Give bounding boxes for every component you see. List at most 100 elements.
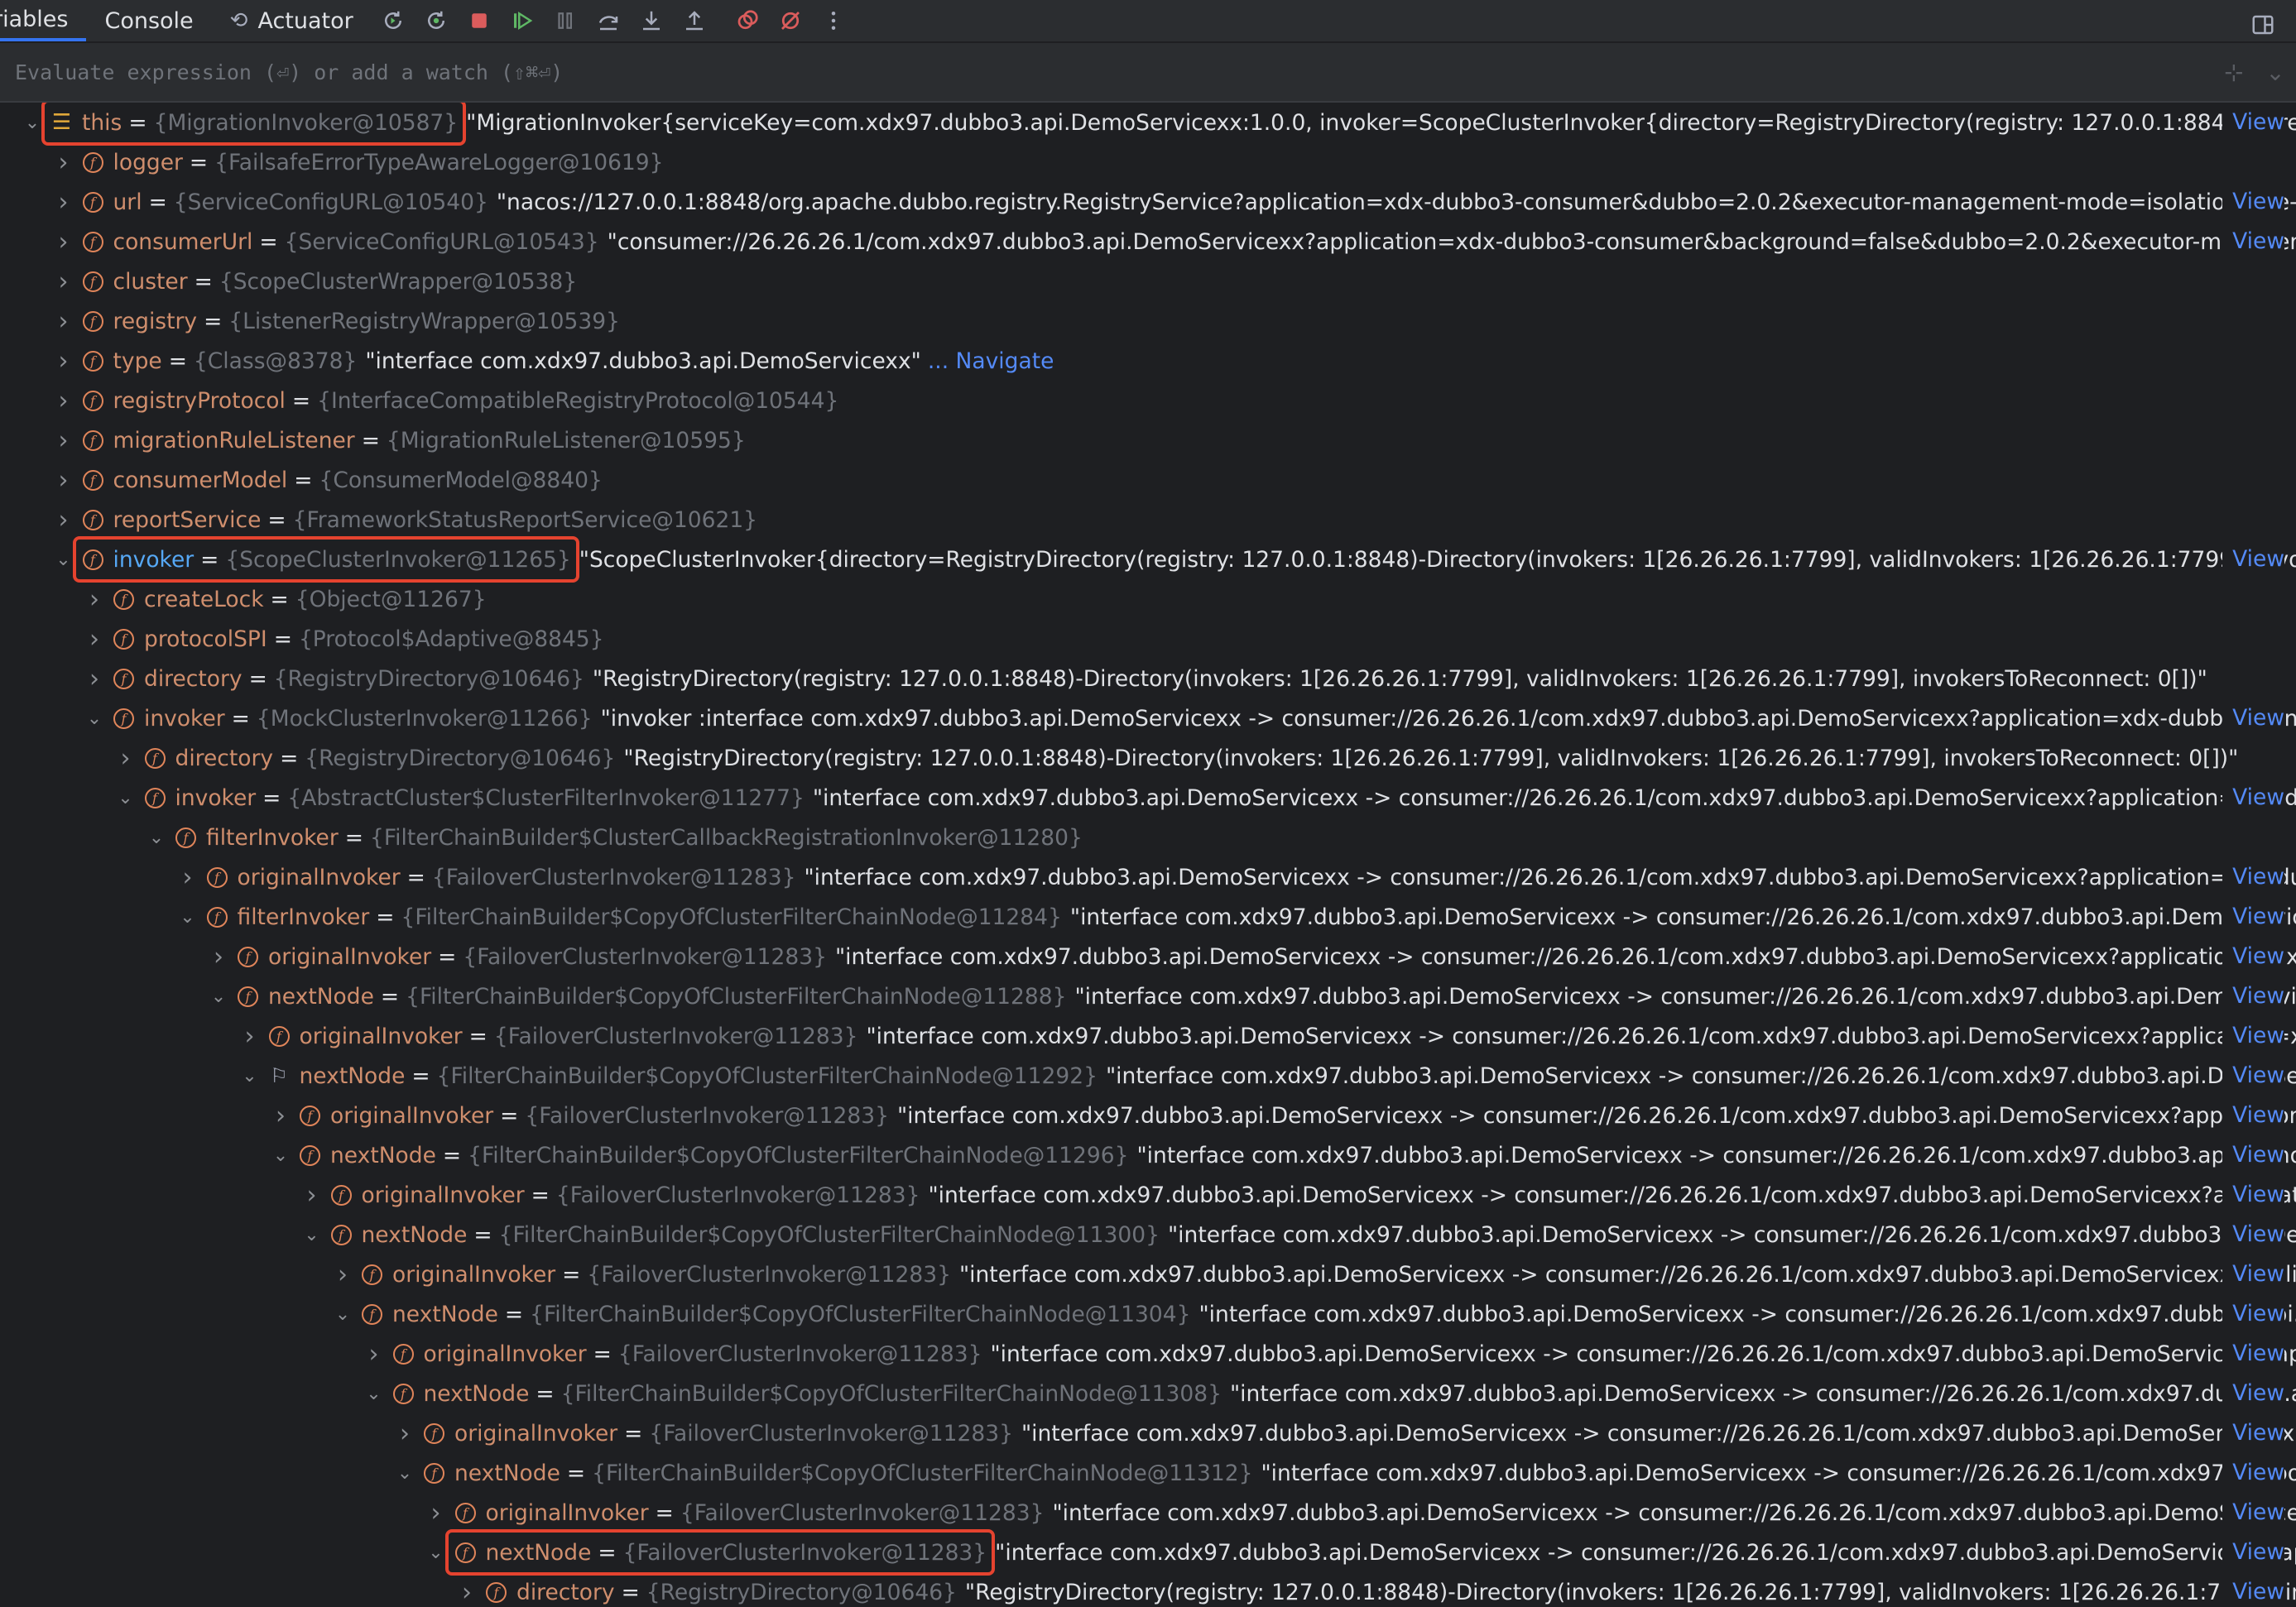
resume-icon[interactable] — [506, 4, 539, 37]
chevron-right-icon[interactable]: › — [454, 1572, 479, 1607]
chevron-right-icon[interactable]: › — [268, 1096, 293, 1135]
chevron-down-icon[interactable]: ⌄ — [175, 897, 200, 937]
tree-row[interactable]: › f createLock = {Object@11267} — [0, 579, 2296, 619]
view-link[interactable]: View — [2222, 103, 2284, 142]
view-link[interactable]: View — [2222, 1413, 2284, 1453]
tree-row[interactable]: › f cluster = {ScopeClusterWrapper@10538} — [0, 261, 2296, 301]
tree-row[interactable]: ⌄ f nextNode = {FilterChainBuilder$CopyOfClu… — [0, 1135, 2296, 1175]
step-over-icon[interactable] — [592, 4, 625, 37]
chevron-right-icon[interactable]: › — [82, 659, 107, 698]
chevron-right-icon[interactable]: › — [82, 579, 107, 619]
chevron-right-icon[interactable]: › — [424, 1493, 449, 1533]
chevron-right-icon[interactable]: › — [206, 937, 231, 976]
chevron-down-icon[interactable]: ⌄ — [51, 540, 76, 579]
chevron-right-icon[interactable]: › — [51, 301, 76, 341]
tree-row[interactable]: ⌄ f nextNode = {FilterChainBuilder$CopyOfClu… — [0, 976, 2296, 1016]
restart-icon[interactable] — [420, 4, 453, 37]
chevron-right-icon[interactable]: › — [51, 182, 76, 222]
view-link[interactable]: View — [2222, 1215, 2284, 1254]
view-link[interactable]: View — [2222, 540, 2284, 579]
evaluate-expression-input[interactable] — [0, 46, 2213, 98]
tree-row[interactable]: ⌄ f nextNode = {FilterChainBuilder$CopyOfClu… — [0, 1215, 2296, 1254]
tree-row[interactable]: › f originalInvoker = {FailoverClusterInvoke… — [0, 1493, 2296, 1533]
chevron-right-icon[interactable]: › — [51, 341, 76, 381]
tree-row[interactable]: › f originalInvoker = {FailoverClusterInvoke… — [0, 857, 2296, 897]
layout-icon[interactable] — [2246, 8, 2279, 41]
tree-row[interactable]: ⌄ f nextNode = {FailoverClusterInvoker@11283… — [0, 1533, 2296, 1572]
tree-row[interactable]: › f originalInvoker = {FailoverClusterInvoke… — [0, 937, 2296, 976]
chevron-right-icon[interactable]: › — [300, 1175, 324, 1215]
chevron-right-icon[interactable]: › — [51, 460, 76, 500]
chevron-down-icon[interactable]: ⌄ — [330, 1294, 355, 1334]
tree-row[interactable]: › f originalInvoker = {FailoverClusterInvoke… — [0, 1096, 2296, 1135]
navigate-link[interactable]: ... Navigate — [928, 348, 1054, 374]
chevron-right-icon[interactable]: › — [175, 857, 200, 897]
chevron-down-icon[interactable]: ⌄ — [424, 1533, 449, 1572]
view-link[interactable]: View — [2222, 1096, 2284, 1135]
chevron-down-icon[interactable]: ⌄ — [82, 698, 107, 738]
tree-row[interactable]: › f originalInvoker = {FailoverClusterInvoke… — [0, 1254, 2296, 1294]
tree-row[interactable]: › f registry = {ListenerRegistryWrapper@1053… — [0, 301, 2296, 341]
chevron-right-icon[interactable]: › — [362, 1334, 387, 1374]
add-watch-icon[interactable]: ⊹ — [2213, 59, 2255, 86]
tree-row[interactable]: ⌄ f invoker = {ScopeClusterInvoker@11265} "Sc… — [0, 540, 2296, 579]
chevron-down-icon[interactable]: ⌄ — [268, 1135, 293, 1175]
tree-row[interactable]: › f logger = {FailsafeErrorTypeAwareLogger@1… — [0, 142, 2296, 182]
mute-breakpoints-icon[interactable] — [774, 4, 807, 37]
tab-actuator[interactable]: ⟲ Actuator — [212, 0, 372, 41]
rerun-icon[interactable] — [377, 4, 410, 37]
tree-row[interactable]: ⌄ f nextNode = {FilterChainBuilder$CopyOfClu… — [0, 1374, 2296, 1413]
view-link[interactable]: View — [2222, 1334, 2284, 1374]
chevron-down-icon[interactable]: ⌄ — [2255, 59, 2296, 86]
tab-console[interactable]: Console — [86, 0, 211, 41]
view-link[interactable]: View — [2222, 976, 2284, 1016]
tree-row[interactable]: › f type = {Class@8378} "interface com.xdx97.… — [0, 341, 2296, 381]
chevron-right-icon[interactable]: › — [51, 500, 76, 540]
tree-row[interactable]: ⌄ f invoker = {MockClusterInvoker@11266} "inv… — [0, 698, 2296, 738]
tree-row[interactable]: ⌄ f filterInvoker = {FilterChainBuilder$Clus… — [0, 818, 2296, 857]
tree-row[interactable]: › f url = {ServiceConfigURL@10540} "nacos://1… — [0, 182, 2296, 222]
chevron-right-icon[interactable]: › — [82, 619, 107, 659]
more-icon[interactable] — [817, 4, 850, 37]
tree-row[interactable]: › f reportService = {FrameworkStatusReportSe… — [0, 500, 2296, 540]
view-link[interactable]: View — [2222, 1493, 2284, 1533]
chevron-right-icon[interactable]: › — [330, 1254, 355, 1294]
tree-row[interactable]: › f registryProtocol = {InterfaceCompatibleR… — [0, 381, 2296, 420]
view-link[interactable]: View — [2222, 1533, 2284, 1572]
view-link[interactable]: View — [2222, 1453, 2284, 1493]
chevron-down-icon[interactable]: ⌄ — [20, 103, 45, 142]
view-link[interactable]: View — [2222, 857, 2284, 897]
chevron-down-icon[interactable]: ⌄ — [238, 1056, 262, 1096]
chevron-down-icon[interactable]: ⌄ — [206, 976, 231, 1016]
view-link[interactable]: View — [2222, 698, 2284, 738]
tree-row[interactable]: › f consumerUrl = {ServiceConfigURL@10543} "c… — [0, 222, 2296, 261]
chevron-right-icon[interactable]: › — [238, 1016, 262, 1056]
tree-row[interactable]: ⌄ f filterInvoker = {FilterChainBuilder$Copy… — [0, 897, 2296, 937]
view-link[interactable]: View — [2222, 1374, 2284, 1413]
tree-row[interactable]: › f originalInvoker = {FailoverClusterInvoke… — [0, 1175, 2296, 1215]
chevron-right-icon[interactable]: › — [51, 261, 76, 301]
view-link[interactable]: View — [2222, 897, 2284, 937]
tree-row[interactable]: › f originalInvoker = {FailoverClusterInvoke… — [0, 1334, 2296, 1374]
chevron-right-icon[interactable]: › — [392, 1413, 417, 1453]
chevron-right-icon[interactable]: › — [51, 420, 76, 460]
tree-row[interactable]: ⌄ f nextNode = {FilterChainBuilder$CopyOfClu… — [0, 1294, 2296, 1334]
tree-row[interactable]: › f originalInvoker = {FailoverClusterInvoke… — [0, 1016, 2296, 1056]
view-link[interactable]: View — [2222, 1572, 2284, 1607]
chevron-down-icon[interactable]: ⌄ — [300, 1215, 324, 1254]
view-link[interactable]: View — [2222, 937, 2284, 976]
tree-row[interactable]: › f consumerModel = {ConsumerModel@8840} — [0, 460, 2296, 500]
chevron-down-icon[interactable]: ⌄ — [362, 1374, 387, 1413]
view-link[interactable]: View — [2222, 1056, 2284, 1096]
step-out-icon[interactable] — [678, 4, 711, 37]
view-link[interactable]: View — [2222, 222, 2284, 261]
tree-row[interactable]: ⌄ ☰ this = {MigrationInvoker@10587} "Migratio… — [0, 103, 2296, 142]
chevron-down-icon[interactable]: ⌄ — [113, 778, 138, 818]
chevron-down-icon[interactable]: ⌄ — [144, 818, 169, 857]
tree-row[interactable]: › f protocolSPI = {Protocol$Adaptive@8845} — [0, 619, 2296, 659]
view-link[interactable]: View — [2222, 1135, 2284, 1175]
tree-row[interactable]: › f directory = {RegistryDirectory@10646} "Re… — [0, 659, 2296, 698]
chevron-right-icon[interactable]: › — [51, 222, 76, 261]
tree-row[interactable]: › f directory = {RegistryDirectory@10646} "Re… — [0, 1572, 2296, 1607]
tree-row[interactable]: › f migrationRuleListener = {MigrationRuleLi… — [0, 420, 2296, 460]
